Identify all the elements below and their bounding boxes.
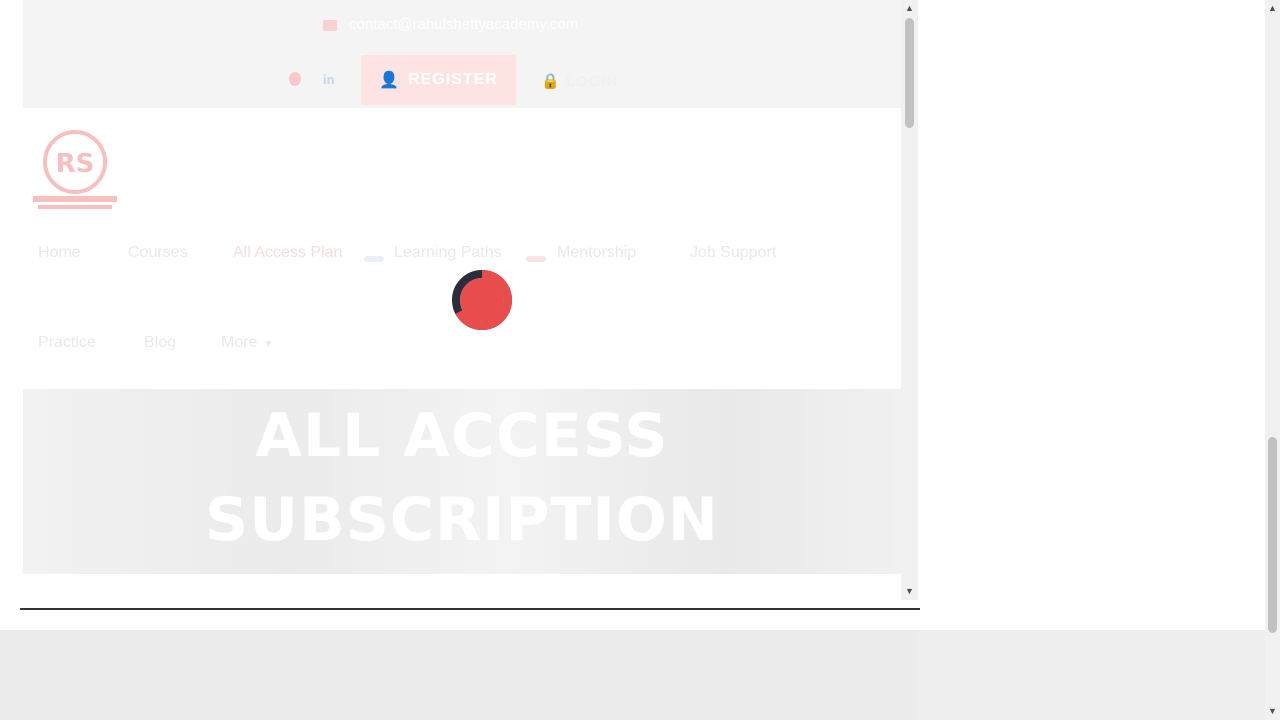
nav-more[interactable]: More ▼ <box>221 334 273 352</box>
frame-scrollbar-thumb[interactable] <box>905 18 914 128</box>
register-button[interactable]: 👤 REGISTER <box>361 55 516 105</box>
academy-logo[interactable]: RS <box>30 126 120 211</box>
lock-icon: 🔒 <box>541 73 561 90</box>
hero-banner: ALL ACCESS SUBSCRIPTION <box>23 389 901 574</box>
nav-job-support[interactable]: Job Support <box>690 244 776 262</box>
nav-all-access-plan[interactable]: All Access Plan <box>233 244 342 262</box>
nav-badge-hot <box>526 256 546 262</box>
nav-blog[interactable]: Blog <box>144 334 176 352</box>
frame-bottom-border <box>20 608 920 610</box>
page-scroll-down-icon[interactable]: ▼ <box>1265 705 1280 717</box>
page-footer-area <box>0 630 1265 720</box>
pinterest-icon[interactable] <box>289 72 301 86</box>
contact-email[interactable]: contact@rahulshettyacademy.com <box>323 16 578 33</box>
contact-email-text[interactable]: contact@rahulshettyacademy.com <box>349 16 578 33</box>
page-scrollbar[interactable]: ▲ ▼ <box>1265 0 1280 720</box>
linkedin-icon[interactable]: in <box>323 72 335 87</box>
page-scroll-up-icon[interactable]: ▲ <box>1265 2 1280 14</box>
loading-spinner-icon <box>452 270 512 330</box>
login-label: LOGIN <box>565 73 619 90</box>
page-scrollbar-thumb[interactable] <box>1268 437 1277 633</box>
embedded-page-frame[interactable]: contact@rahulshettyacademy.com in 👤 REGI… <box>20 0 918 600</box>
scroll-up-icon[interactable]: ▲ <box>901 2 918 14</box>
nav-learning-paths[interactable]: Learning Paths <box>394 244 502 262</box>
top-contact-bar: contact@rahulshettyacademy.com in 👤 REGI… <box>23 0 901 108</box>
nav-practice[interactable]: Practice <box>38 334 96 352</box>
user-icon: 👤 <box>379 72 401 89</box>
chevron-down-icon: ▼ <box>263 339 274 350</box>
nav-badge-new <box>364 256 384 262</box>
login-button[interactable]: 🔒 LOGIN <box>541 72 618 90</box>
hero-title-line1: ALL ACCESS <box>255 401 669 471</box>
footer-panel <box>0 630 917 720</box>
nav-mentorship[interactable]: Mentorship <box>557 244 636 262</box>
nav-courses[interactable]: Courses <box>128 244 188 262</box>
mail-icon <box>323 19 337 31</box>
frame-scrollbar[interactable]: ▲ ▼ <box>901 0 918 600</box>
svg-text:RS: RS <box>56 149 95 179</box>
nav-home[interactable]: Home <box>38 244 81 262</box>
register-label: REGISTER <box>408 71 498 88</box>
nav-more-label: More <box>221 334 258 351</box>
scroll-down-icon[interactable]: ▼ <box>901 585 918 597</box>
hero-title-line2: SUBSCRIPTION <box>205 485 719 555</box>
